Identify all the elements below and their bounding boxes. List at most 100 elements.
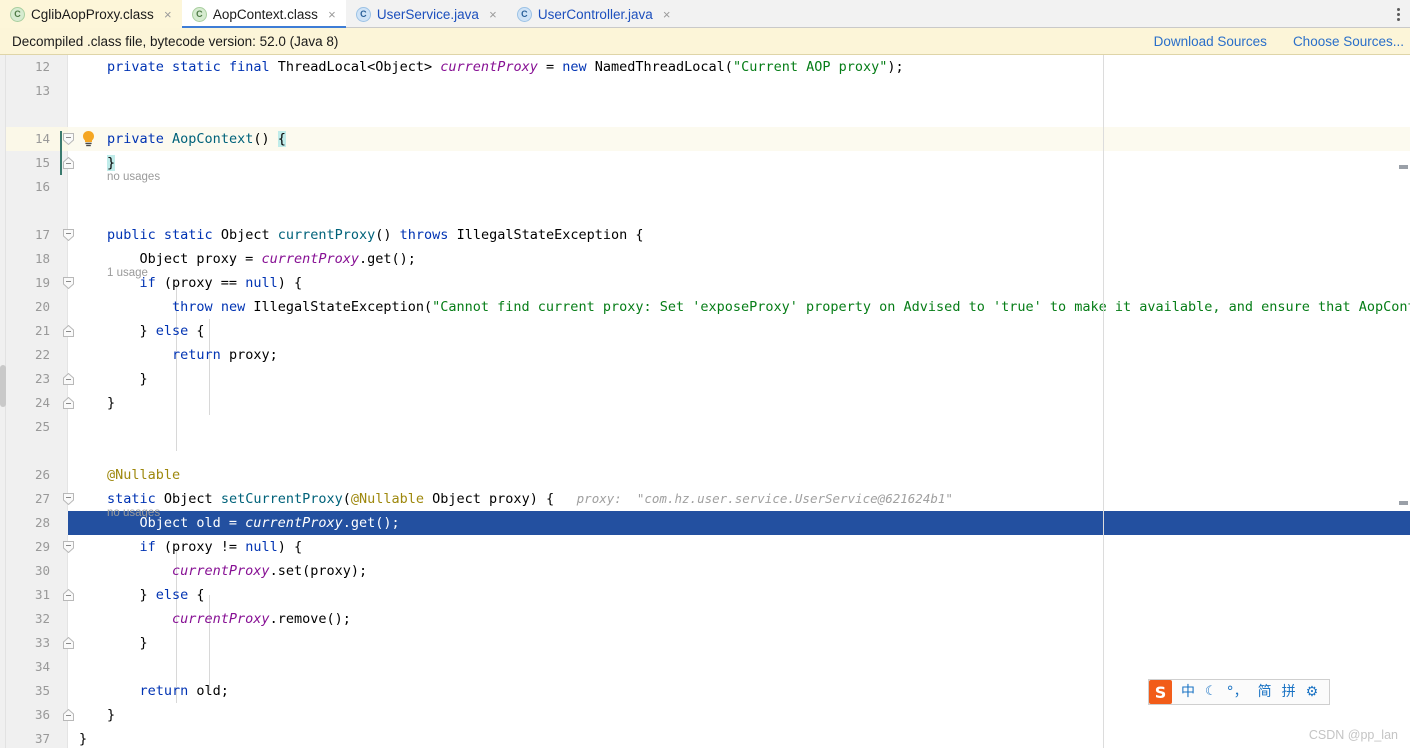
line-number: 34 [34,659,50,674]
line-number: 17 [34,227,50,242]
code-line-12: private static final ThreadLocal<Object>… [107,59,904,75]
java-file-icon: C [516,6,532,22]
code-line-19: if (proxy == null) { [139,275,303,291]
line-number: 31 [34,587,50,602]
code-line-29: if (proxy != null) { [139,539,303,555]
line-number: 30 [34,563,50,578]
code-editor[interactable]: no usages 1 usage no usages private stat… [0,55,1410,748]
code-line-35: return old; [139,683,229,699]
code-line-30: currentProxy.set(proxy); [172,563,368,579]
code-line-22: return proxy; [172,347,278,363]
line-number: 32 [34,611,50,626]
ime-language-toggle[interactable]: 中 [1176,680,1200,704]
code-line-15: } [107,155,116,171]
gear-icon[interactable]: ⚙ [1301,680,1324,704]
editor-tab-aopcontext[interactable]: C AopContext.class × [181,0,346,28]
code-line-21: } else { [107,323,205,339]
line-number: 14 [34,131,50,146]
line-number: 13 [34,83,50,98]
line-number: 19 [34,275,50,290]
code-line-14: private AopContext() { [107,131,286,147]
method-range-marker [60,131,62,175]
line-number: 24 [34,395,50,410]
fold-end-icon[interactable] [63,325,74,337]
java-file-icon: C [355,6,371,22]
fold-collapse-icon[interactable] [63,541,74,553]
ime-moon-icon[interactable]: ☾ [1200,680,1222,704]
class-file-icon: C [10,6,25,22]
close-icon[interactable]: × [326,8,338,21]
editor-tab-label: UserService.java [376,6,479,22]
code-line-36: } [107,707,116,723]
line-number: 20 [34,299,50,314]
code-text-area[interactable]: no usages 1 usage no usages private stat… [68,55,1410,748]
line-number: 15 [34,155,50,170]
fold-collapse-icon[interactable] [63,229,74,241]
fold-collapse-icon[interactable] [63,277,74,289]
ime-simplified-toggle[interactable]: 简 [1253,680,1277,704]
right-margin-guide [1103,55,1104,748]
fold-end-icon[interactable] [63,709,74,721]
editor-tab-label: CglibAopProxy.class [31,6,154,22]
error-stripe-mark[interactable] [1399,165,1408,169]
editor-tab-usercontroller[interactable]: C UserController.java × [507,0,681,28]
download-sources-link[interactable]: Download Sources [1154,34,1267,49]
fold-end-icon[interactable] [63,157,74,169]
line-number: 35 [34,683,50,698]
code-line-27: static Object setCurrentProxy(@Nullable … [107,491,953,507]
line-number: 16 [34,179,50,194]
notification-message: Decompiled .class file, bytecode version… [12,33,339,49]
editor-tab-cglibaopproxy[interactable]: C CglibAopProxy.class × [0,0,182,28]
code-line-23: } [107,371,148,387]
input-method-toolbar[interactable]: S 中 ☾ °， 简 拼 ⚙ [1148,679,1331,705]
line-number: 21 [34,323,50,338]
ime-punctuation-toggle[interactable]: °， [1222,680,1253,704]
line-number: 12 [34,59,50,74]
choose-sources-link[interactable]: Choose Sources... [1293,34,1404,49]
line-number: 29 [34,539,50,554]
code-line-31: } else { [107,587,205,603]
fold-end-icon[interactable] [63,637,74,649]
fold-end-icon[interactable] [63,397,74,409]
watermark: CSDN @pp_lan [1308,728,1398,742]
editor-tab-userservice[interactable]: C UserService.java × [346,0,507,28]
code-line-24: } [107,395,116,411]
code-line-20: throw new IllegalStateException("Cannot … [172,299,1410,315]
error-stripe-mark[interactable] [1399,501,1408,505]
line-number: 22 [34,347,50,362]
code-line-18: Object proxy = currentProxy.get(); [107,251,416,267]
class-file-icon: C [191,6,207,22]
code-line-33: } [107,635,148,651]
vertical-scrollbar-thumb[interactable] [0,365,6,407]
close-icon[interactable]: × [487,8,499,21]
ide-editor-window: C CglibAopProxy.class × C AopContext.cla… [0,0,1410,748]
fold-collapse-icon[interactable] [63,133,74,145]
editor-tab-label: AopContext.class [212,6,318,22]
line-number: 26 [34,467,50,482]
ime-pinyin-mode[interactable]: 拼 [1277,680,1301,704]
fold-end-icon[interactable] [63,373,74,385]
decompiled-notification-bar: Decompiled .class file, bytecode version… [0,28,1410,55]
tab-overflow-menu-icon[interactable] [1390,4,1406,24]
editor-tab-label: UserController.java [537,6,653,22]
intention-bulb-icon[interactable] [81,130,95,147]
close-icon[interactable]: × [661,8,673,21]
line-number: 28 [34,515,50,530]
line-number: 37 [34,731,50,746]
line-number: 23 [34,371,50,386]
line-number: 33 [34,635,50,650]
editor-tab-bar: C CglibAopProxy.class × C AopContext.cla… [0,0,1410,28]
line-number: 18 [34,251,50,266]
indent-guide [209,319,210,415]
code-line-37: } [79,731,88,747]
fold-end-icon[interactable] [63,589,74,601]
line-number: 27 [34,491,50,506]
line-number: 25 [34,419,50,434]
code-line-32: currentProxy.remove(); [172,611,351,627]
code-line-28: Object old = currentProxy.get(); [107,515,400,531]
sogou-logo-icon[interactable]: S [1149,680,1172,704]
fold-collapse-icon[interactable] [63,493,74,505]
code-line-17: public static Object currentProxy() thro… [107,227,644,243]
close-icon[interactable]: × [162,8,174,21]
line-number: 36 [34,707,50,722]
